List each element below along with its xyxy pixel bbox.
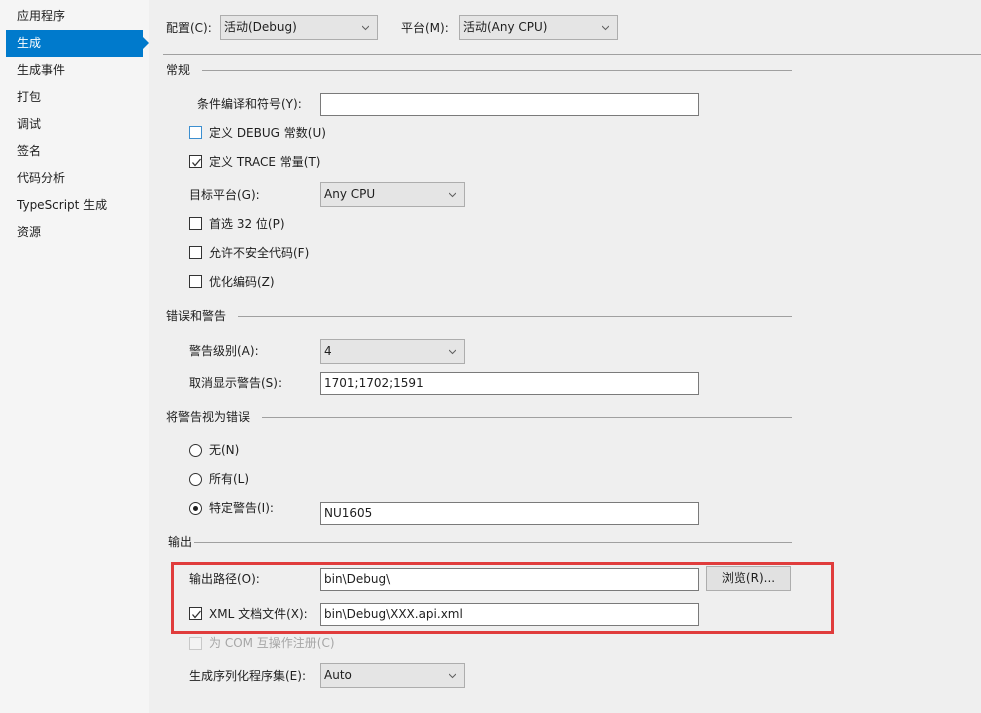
- warning-level-value: 4: [324, 344, 332, 358]
- warning-level-select[interactable]: 4: [320, 339, 465, 364]
- suppress-warnings-label: 取消显示警告(S):: [189, 376, 283, 390]
- platform-select[interactable]: 活动(Any CPU): [459, 15, 618, 40]
- section-title-general: 常规: [166, 63, 191, 77]
- platform-target-value: Any CPU: [324, 187, 376, 201]
- com-interop-checkbox[interactable]: [189, 637, 202, 650]
- specific-warnings-input[interactable]: NU1605: [320, 502, 699, 525]
- conditional-symbols-label: 条件编译和符号(Y):: [197, 97, 302, 111]
- sidebar-item-application[interactable]: 应用程序: [6, 3, 143, 30]
- section-divider: [202, 70, 792, 71]
- sidebar-item-build[interactable]: 生成: [6, 30, 149, 57]
- sidebar: 应用程序 生成 生成事件 打包 调试 签名 代码分析 TypeScript 生成…: [0, 0, 149, 713]
- radio-none[interactable]: [189, 444, 202, 457]
- sidebar-item-code-analysis[interactable]: 代码分析: [6, 165, 143, 192]
- section-title-output: 输出: [168, 535, 193, 549]
- radio-all[interactable]: [189, 473, 202, 486]
- xml-doc-checkbox[interactable]: [189, 607, 202, 620]
- header-divider: [163, 54, 981, 55]
- serialization-select[interactable]: Auto: [320, 663, 465, 688]
- warning-level-label: 警告级别(A):: [189, 344, 259, 358]
- platform-select-value: 活动(Any CPU): [463, 20, 548, 34]
- com-interop-label: 为 COM 互操作注册(C): [209, 636, 335, 650]
- section-divider: [194, 542, 792, 543]
- radio-specific[interactable]: [189, 502, 202, 515]
- chevron-down-icon: [449, 349, 456, 355]
- sidebar-item-signing[interactable]: 签名: [6, 138, 143, 165]
- xml-doc-input[interactable]: bin\Debug\XXX.api.xml: [320, 603, 699, 626]
- allow-unsafe-checkbox[interactable]: [189, 246, 202, 259]
- define-debug-label: 定义 DEBUG 常数(U): [209, 126, 326, 140]
- platform-label: 平台(M):: [401, 21, 449, 35]
- output-path-label: 输出路径(O):: [189, 572, 260, 586]
- chevron-down-icon: [602, 25, 609, 31]
- platform-target-select[interactable]: Any CPU: [320, 182, 465, 207]
- define-trace-label: 定义 TRACE 常量(T): [209, 155, 321, 169]
- chevron-down-icon: [362, 25, 369, 31]
- sidebar-item-debug[interactable]: 调试: [6, 111, 143, 138]
- config-label: 配置(C):: [166, 21, 212, 35]
- section-title-treat-warnings: 将警告视为错误: [166, 410, 251, 424]
- chevron-down-icon: [449, 673, 456, 679]
- prefer32-label: 首选 32 位(P): [209, 217, 285, 231]
- define-debug-checkbox[interactable]: [189, 126, 202, 139]
- output-path-input[interactable]: bin\Debug\: [320, 568, 699, 591]
- sidebar-item-typescript-build[interactable]: TypeScript 生成: [6, 192, 143, 219]
- section-title-errors: 错误和警告: [166, 309, 227, 323]
- section-divider: [238, 316, 792, 317]
- optimize-checkbox[interactable]: [189, 275, 202, 288]
- checkmark-icon: [192, 158, 201, 167]
- define-trace-checkbox[interactable]: [189, 155, 202, 168]
- conditional-symbols-input[interactable]: [320, 93, 699, 116]
- xml-doc-label: XML 文档文件(X):: [209, 607, 308, 621]
- radio-none-label: 无(N): [209, 443, 240, 457]
- sidebar-item-package[interactable]: 打包: [6, 84, 143, 111]
- sidebar-item-build-events[interactable]: 生成事件: [6, 57, 143, 84]
- allow-unsafe-label: 允许不安全代码(F): [209, 246, 310, 260]
- browse-button[interactable]: 浏览(R)...: [706, 566, 791, 591]
- serialization-label: 生成序列化程序集(E):: [189, 669, 306, 683]
- platform-target-label: 目标平台(G):: [189, 188, 260, 202]
- chevron-down-icon: [449, 192, 456, 198]
- radio-all-label: 所有(L): [209, 472, 250, 486]
- prefer32-checkbox[interactable]: [189, 217, 202, 230]
- radio-specific-label: 特定警告(I):: [209, 501, 274, 515]
- config-select[interactable]: 活动(Debug): [220, 15, 378, 40]
- checkmark-icon: [192, 610, 201, 619]
- sidebar-item-resources[interactable]: 资源: [6, 219, 143, 246]
- serialization-value: Auto: [324, 668, 352, 682]
- config-select-value: 活动(Debug): [224, 20, 297, 34]
- suppress-warnings-input[interactable]: 1701;1702;1591: [320, 372, 699, 395]
- radio-selected-dot: [193, 506, 198, 511]
- section-divider: [262, 417, 792, 418]
- optimize-label: 优化编码(Z): [209, 275, 275, 289]
